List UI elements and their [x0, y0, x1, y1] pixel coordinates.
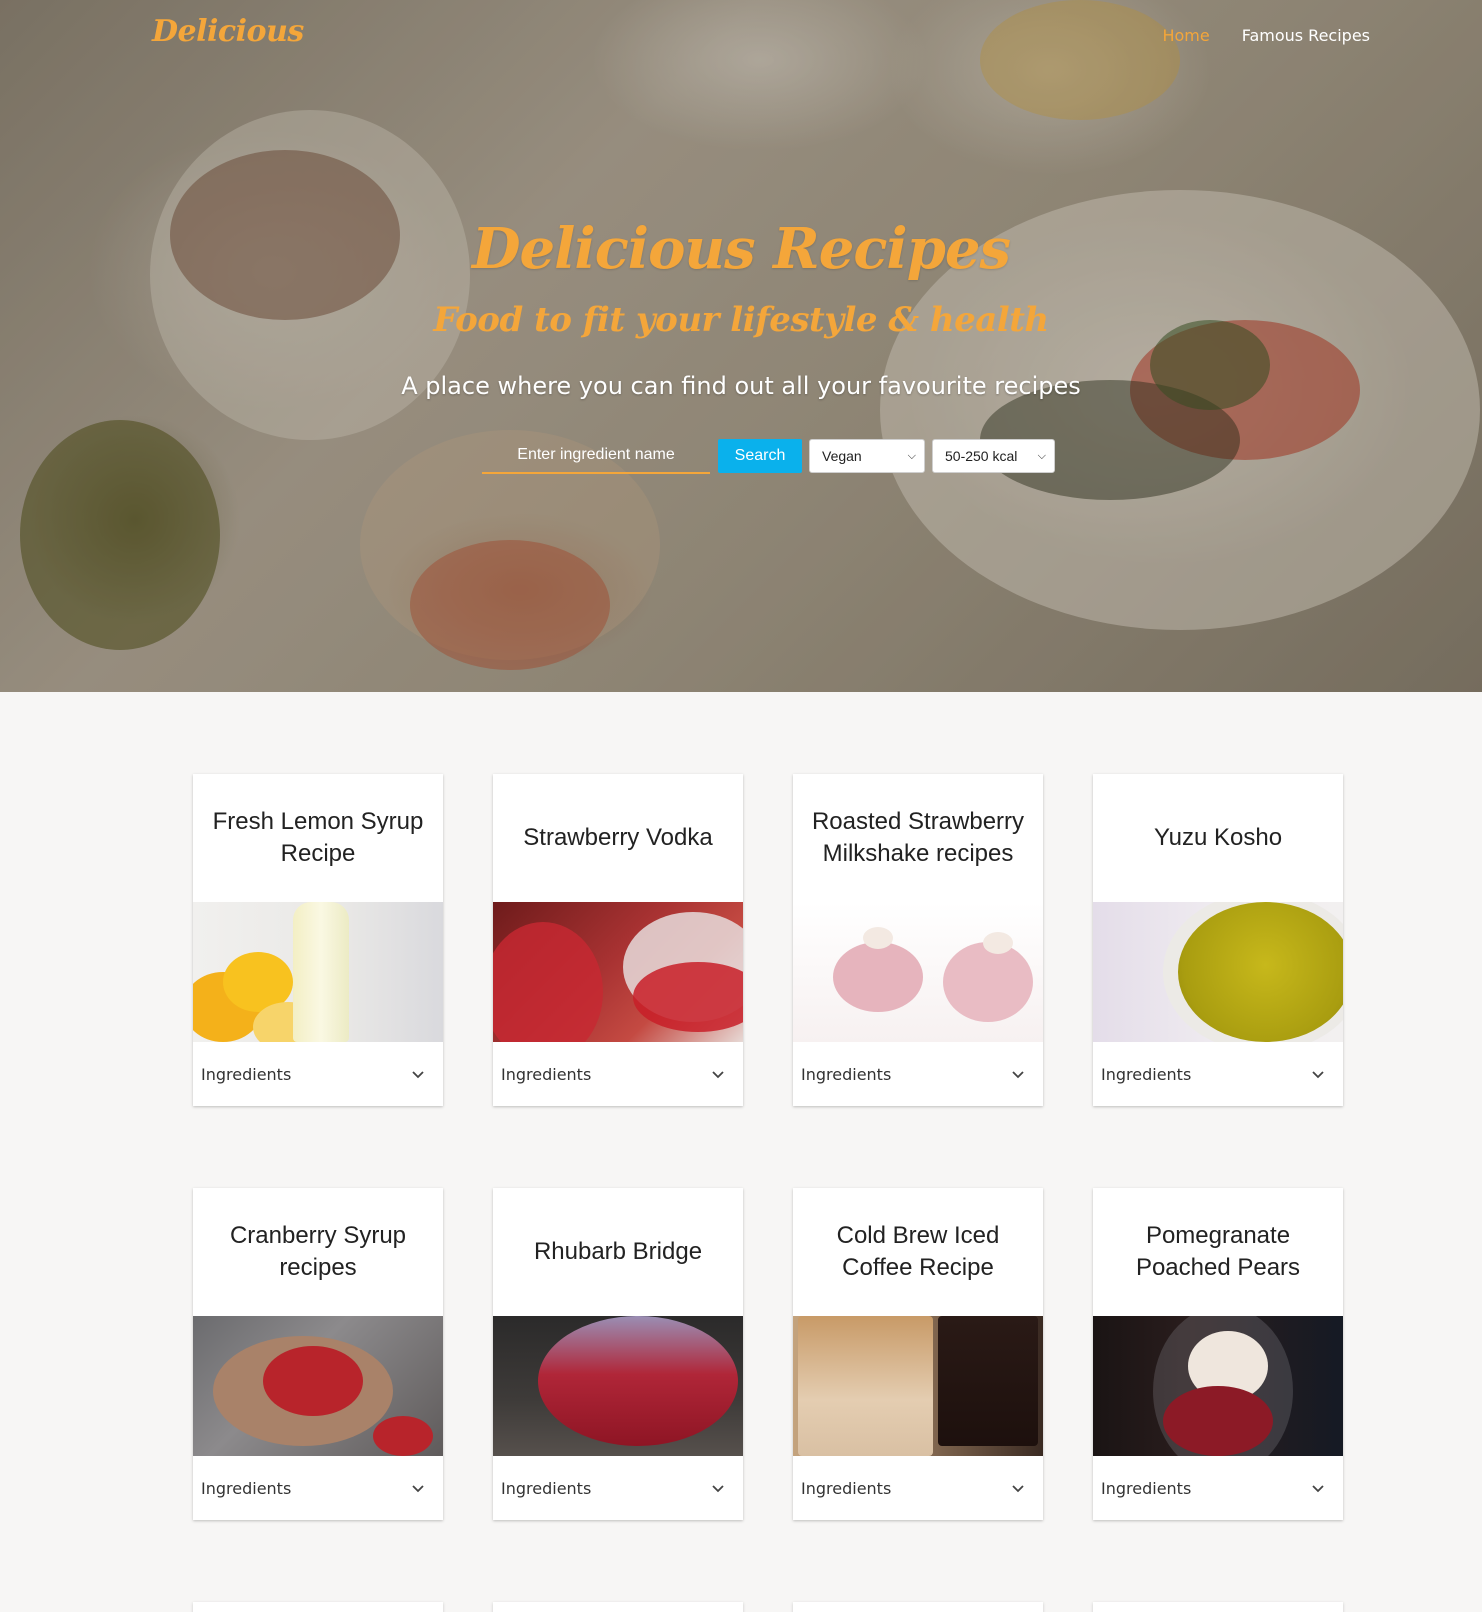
nav-home-link[interactable]: Home	[1162, 26, 1209, 45]
ingredients-toggle[interactable]: Ingredients	[793, 1456, 1043, 1520]
recipe-card[interactable]: Roasted Strawberry Milkshake recipes Ing…	[793, 774, 1043, 1106]
search-button[interactable]: Search	[718, 439, 802, 473]
chevron-down-icon: ⌵	[907, 449, 916, 462]
chevron-down-icon	[1012, 1071, 1024, 1079]
recipe-image	[193, 1316, 443, 1456]
chevron-down-icon	[712, 1485, 724, 1493]
recipe-title: Fresh Lemon Syrup Recipe	[212, 808, 424, 867]
ingredients-label: Ingredients	[1101, 1064, 1192, 1084]
diet-select-value: Vegan	[822, 448, 862, 464]
ingredients-label: Ingredients	[501, 1064, 592, 1084]
recipe-title: Rhubarb Bridge	[533, 1238, 703, 1265]
main-nav: Home Famous Recipes	[1162, 26, 1370, 45]
chevron-down-icon	[1012, 1485, 1024, 1493]
recipe-image	[493, 1316, 743, 1456]
recipe-image	[793, 1316, 1043, 1456]
ingredients-toggle[interactable]: Ingredients	[493, 1456, 743, 1520]
recipe-card[interactable]: Cranberry Syrup recipes Ingredients	[193, 1188, 443, 1520]
recipe-card[interactable]: Strawberry Vodka Ingredients	[493, 774, 743, 1106]
cranberry-shape	[263, 1346, 363, 1416]
hero-title: Delicious Recipes	[471, 216, 1011, 282]
hero-tagline: A place where you can find out all your …	[401, 372, 1081, 400]
ingredients-label: Ingredients	[801, 1064, 892, 1084]
hero-overlay	[0, 0, 1482, 692]
recipe-image	[193, 902, 443, 1042]
glass-shape	[493, 922, 603, 1042]
ingredients-label: Ingredients	[801, 1478, 892, 1498]
recipe-card-partial[interactable]	[793, 1602, 1043, 1612]
recipe-card-partial[interactable]	[493, 1602, 743, 1612]
ingredient-search-input[interactable]	[482, 438, 710, 474]
recipe-card[interactable]: Fresh Lemon Syrup Recipe Ingredients	[193, 774, 443, 1106]
milkshake-shape	[833, 942, 923, 1012]
recipe-title: Cold Brew Iced Coffee Recipe	[836, 1222, 1000, 1281]
recipe-card[interactable]: Cold Brew Iced Coffee Recipe Ingredients	[793, 1188, 1043, 1520]
coupe-glass-shape	[538, 1316, 738, 1446]
iced-coffee-glass-shape	[798, 1316, 933, 1456]
ingredients-toggle[interactable]: Ingredients	[193, 1042, 443, 1106]
milkshake-shape	[943, 942, 1033, 1022]
recipe-image	[793, 902, 1043, 1042]
ingredients-toggle[interactable]: Ingredients	[193, 1456, 443, 1520]
chevron-down-icon	[1312, 1485, 1324, 1493]
site-logo[interactable]: Delicious	[152, 14, 304, 49]
cranberry-shape	[373, 1416, 433, 1456]
ingredients-label: Ingredients	[501, 1478, 592, 1498]
recipe-card[interactable]: Pomegranate Poached Pears Ingredients	[1093, 1188, 1343, 1520]
chevron-down-icon	[412, 1485, 424, 1493]
recipe-card[interactable]: Yuzu Kosho Ingredients	[1093, 774, 1343, 1106]
recipe-title: Strawberry Vodka	[523, 824, 713, 851]
pear-sauce-shape	[1163, 1386, 1273, 1456]
ingredients-toggle[interactable]: Ingredients	[1093, 1042, 1343, 1106]
ingredients-label: Ingredients	[201, 1478, 292, 1498]
recipe-card-partial[interactable]	[1093, 1602, 1343, 1612]
chevron-down-icon	[712, 1071, 724, 1079]
recipe-title: Roasted Strawberry Milkshake recipes	[811, 808, 1025, 867]
recipe-image	[1093, 902, 1343, 1042]
ingredients-toggle[interactable]: Ingredients	[493, 1042, 743, 1106]
ingredients-toggle[interactable]: Ingredients	[793, 1042, 1043, 1106]
recipe-image	[493, 902, 743, 1042]
chevron-down-icon: ⌵	[1037, 449, 1046, 462]
recipe-image	[1093, 1316, 1343, 1456]
bottle-shape	[293, 902, 349, 1042]
recipe-card[interactable]: Rhubarb Bridge Ingredients	[493, 1188, 743, 1520]
recipe-card-partial[interactable]	[193, 1602, 443, 1612]
yuzu-sauce-shape	[1178, 902, 1343, 1042]
chevron-down-icon	[1312, 1071, 1324, 1079]
hero-banner: Delicious Home Famous Recipes Delicious …	[0, 0, 1482, 692]
calories-select[interactable]: 50-250 kcal ⌵	[932, 439, 1055, 473]
cold-brew-glass-shape	[938, 1316, 1038, 1446]
ingredients-label: Ingredients	[201, 1064, 292, 1084]
calories-select-value: 50-250 kcal	[945, 448, 1018, 464]
chevron-down-icon	[412, 1071, 424, 1079]
recipe-title: Cranberry Syrup recipes	[229, 1222, 407, 1281]
nav-famous-recipes-link[interactable]: Famous Recipes	[1242, 26, 1370, 45]
recipe-title: Yuzu Kosho	[1153, 824, 1283, 851]
meringue-shape	[983, 932, 1013, 954]
hero-subtitle: Food to fit your lifestyle & health	[433, 300, 1049, 340]
recipe-title: Pomegranate Poached Pears	[1135, 1222, 1301, 1281]
ingredients-label: Ingredients	[1101, 1478, 1192, 1498]
ingredients-toggle[interactable]: Ingredients	[1093, 1456, 1343, 1520]
diet-select[interactable]: Vegan ⌵	[809, 439, 925, 473]
search-bar: Search Vegan ⌵ 50-250 kcal ⌵	[482, 438, 1055, 474]
liquid-shape	[633, 962, 743, 1032]
meringue-shape	[863, 927, 893, 949]
